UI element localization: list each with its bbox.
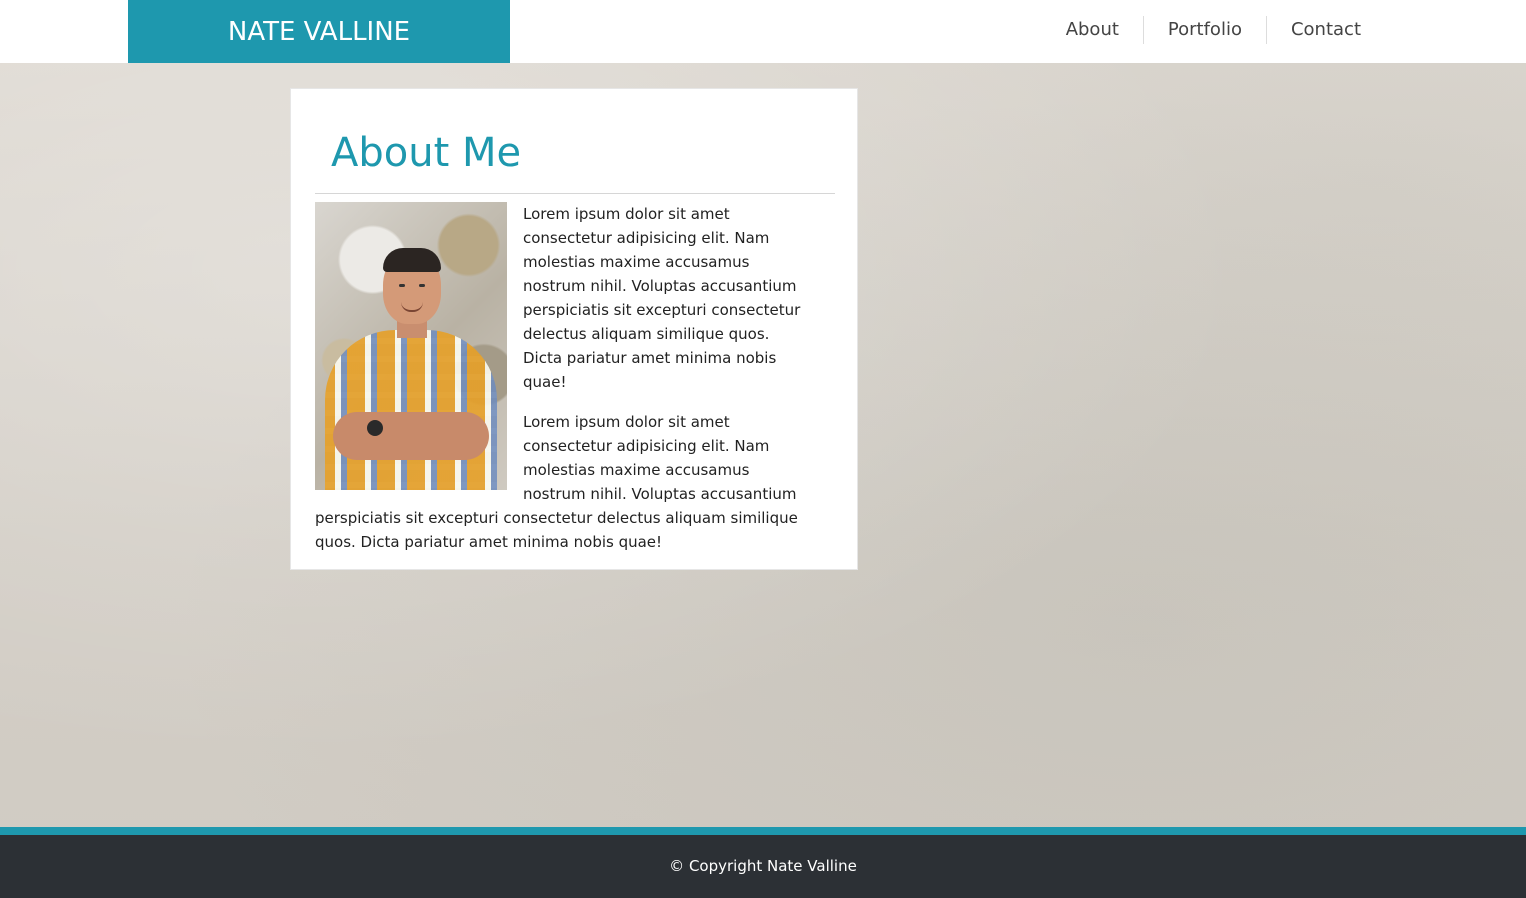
- about-card: About Me Lorem ipsum dolor sit amet cons…: [290, 88, 858, 570]
- nav-about[interactable]: About: [1042, 16, 1143, 44]
- nav-contact[interactable]: Contact: [1265, 16, 1385, 44]
- nav-portfolio[interactable]: Portfolio: [1142, 16, 1266, 44]
- main-nav: About Portfolio Contact: [1042, 0, 1385, 60]
- brand-name: NATE VALLINE: [227, 16, 411, 47]
- copyright-text: © Copyright Nate Valline: [669, 857, 857, 875]
- site-footer: © Copyright Nate Valline: [0, 827, 1526, 898]
- portrait-photo: [315, 202, 507, 490]
- site-header: NATE VALLINE About Portfolio Contact: [0, 0, 1526, 63]
- about-content: Lorem ipsum dolor sit amet consectetur a…: [315, 202, 807, 570]
- about-title: About Me: [331, 130, 522, 176]
- brand-logo[interactable]: NATE VALLINE: [128, 0, 510, 63]
- title-divider: [315, 193, 835, 194]
